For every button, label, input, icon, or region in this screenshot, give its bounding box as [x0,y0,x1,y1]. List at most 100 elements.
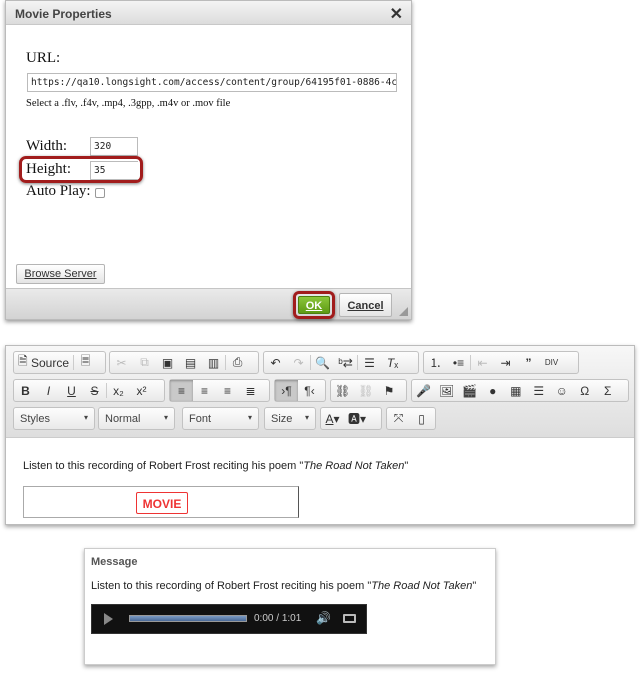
paste-icon[interactable]: ▣ [156,352,179,373]
rtl-icon[interactable]: ¶‹ [298,380,321,401]
autoplay-label: Auto Play: [26,183,91,199]
toolbar-group-lists: ⒈ •≡ ⇤ ⇥” DIV [423,351,579,374]
progress-bar[interactable] [129,615,247,622]
flash-icon[interactable]: ● [481,380,504,401]
styles-dropdown[interactable]: Styles ▾ [13,407,95,430]
text-color-icon[interactable]: A ▾ [321,408,344,429]
width-input[interactable]: 320 [90,137,138,156]
chevron-down-icon: ▾ [304,413,309,422]
align-left-icon[interactable]: ≡ [170,380,193,401]
anchor-flag-icon[interactable]: ⚑ [377,380,400,401]
source-label: Source [31,355,70,370]
file-type-hint: Select a .flv, .f4v, .mp4, .3gpp, .m4v o… [26,98,231,109]
undo-icon[interactable]: ↶ [264,352,287,373]
replace-icon[interactable]: ᵇ⇄ [334,352,357,373]
toolbar-group-editing: ↶ ↷ 🔍 ᵇ⇄ ☰ Tₓ [263,351,419,374]
remove-format-icon[interactable]: Tₓ [381,352,404,373]
height-input[interactable]: 35 [90,161,138,180]
movie-properties-dialog: Movie Properties ✕ URL: https://qa10.lon… [5,0,412,320]
redo-icon[interactable]: ↷ [287,352,310,373]
width-label: Width: [26,138,68,154]
toolbar-group-links: ⛓ ⛓ ⚑ [330,379,407,402]
align-right-icon[interactable]: ≡ [216,380,239,401]
volume-icon[interactable]: 🔊 [316,611,331,625]
editor-toolbar: 🗎 Source 🗏 ✂ ⧉ ▣ ▤ ▥ ⎙ ↶ ↷ 🔍 ᵇ⇄ ☰ Tₓ ⒈ •≡ ⇤ ⇥” DIV BIU… [6,346,634,438]
link-icon[interactable]: ⛓ [331,380,354,401]
message-heading: Message [91,556,138,568]
print-icon[interactable]: ⎙ [226,352,249,373]
bold-icon[interactable]: B [14,380,37,401]
content-end: " [404,460,409,472]
chevron-down-icon: ▾ [83,413,88,422]
maximize-icon[interactable]: ⤧ [387,408,410,429]
font-dropdown[interactable]: Font ▾ [182,407,259,430]
browse-server-button[interactable]: Browse Server [16,264,105,284]
source-button[interactable]: 🗎 Source [14,352,73,373]
horizontal-line-icon[interactable]: ☰ [527,380,550,401]
select-all-icon[interactable]: ☰ [358,352,381,373]
message-title: The Road Not Taken [371,580,473,592]
format-dropdown[interactable]: Normal ▾ [98,407,175,430]
unlink-icon[interactable]: ⛓ [354,380,377,401]
editor-content-text[interactable]: Listen to this recording of Robert Frost… [23,460,408,472]
cancel-button[interactable]: Cancel [339,293,392,317]
content-title: The Road Not Taken [303,460,405,472]
table-icon[interactable]: ▦ [504,380,527,401]
outdent-icon[interactable]: ⇤ [471,352,494,373]
autoplay-checkbox[interactable] [95,188,105,198]
align-center-icon[interactable]: ≡ [193,380,216,401]
cut-icon[interactable]: ✂ [110,352,133,373]
time-current: 0:00 [254,613,274,624]
indent-icon[interactable]: ⇥ [494,352,517,373]
rich-text-editor: 🗎 Source 🗏 ✂ ⧉ ▣ ▤ ▥ ⎙ ↶ ↷ 🔍 ᵇ⇄ ☰ Tₓ ⒈ •≡ ⇤ ⇥” DIV BIU… [5,345,635,525]
image-icon[interactable]: 🖼 [435,380,458,401]
time-separator: / [276,613,280,624]
ok-button[interactable]: OK [298,296,330,314]
paste-text-icon[interactable]: ▤ [179,352,202,373]
fullscreen-icon[interactable] [343,614,356,623]
justify-icon[interactable]: ≣ [239,380,262,401]
audio-recorder-icon[interactable]: 🎤 [412,380,435,401]
url-input[interactable]: https://qa10.longsight.com/access/conten… [27,73,397,92]
div-icon[interactable]: DIV [540,352,563,373]
size-label: Size [271,413,293,425]
background-color-icon[interactable]: 🅰▾ [344,408,370,429]
preview-icon[interactable]: 🗏 [74,352,97,373]
toolbar-group-align: ≡ ≡ ≡ ≣ [169,379,270,402]
find-icon[interactable]: 🔍 [311,352,334,373]
url-label: URL: [26,50,61,66]
size-dropdown[interactable]: Size ▾ [264,407,316,430]
superscript-icon[interactable]: x² [130,380,153,401]
dialog-footer: OK Cancel [6,288,411,319]
message-panel: Message Listen to this recording of Robe… [84,548,496,665]
bulleted-list-icon[interactable]: •≡ [447,352,470,373]
paste-word-icon[interactable]: ▥ [202,352,225,373]
special-char-icon[interactable]: Ω [573,380,596,401]
movie-icon[interactable]: 🎬 [458,380,481,401]
blockquote-icon[interactable]: ” [517,352,540,373]
toolbar-group-basic-styles: B I U Sx₂ x² [13,379,165,402]
media-player: 0:00 / 1:01 🔊 [91,604,367,634]
styles-label: Styles [20,413,50,425]
close-icon[interactable]: ✕ [390,4,403,24]
source-icon: 🗎 [18,354,28,368]
toolbar-group-insert: 🎤 🖼 🎬 ● ▦ ☰ ☺ Ω Σ [411,379,629,402]
ltr-icon[interactable]: ›¶ [275,380,298,401]
math-icon[interactable]: Σ [596,380,619,401]
toolbar-group-colors: A ▾ 🅰▾ [320,407,382,430]
play-icon[interactable] [104,613,113,625]
strikethrough-icon[interactable]: S [83,380,106,401]
subscript-icon[interactable]: x₂ [107,380,130,401]
movie-placeholder[interactable]: MOVIE [23,486,299,518]
copy-icon[interactable]: ⧉ [133,352,156,373]
message-end: " [472,580,477,592]
italic-icon[interactable]: I [37,380,60,401]
format-label: Normal [105,413,141,425]
toolbar-group-clipboard: ✂ ⧉ ▣ ▤ ▥ ⎙ [109,351,259,374]
resize-handle-icon[interactable] [399,307,408,316]
toolbar-group-tools: ⤧ ▯ [386,407,436,430]
underline-icon[interactable]: U [60,380,83,401]
numbered-list-icon[interactable]: ⒈ [424,352,447,373]
show-blocks-icon[interactable]: ▯ [410,408,433,429]
smiley-icon[interactable]: ☺ [550,380,573,401]
